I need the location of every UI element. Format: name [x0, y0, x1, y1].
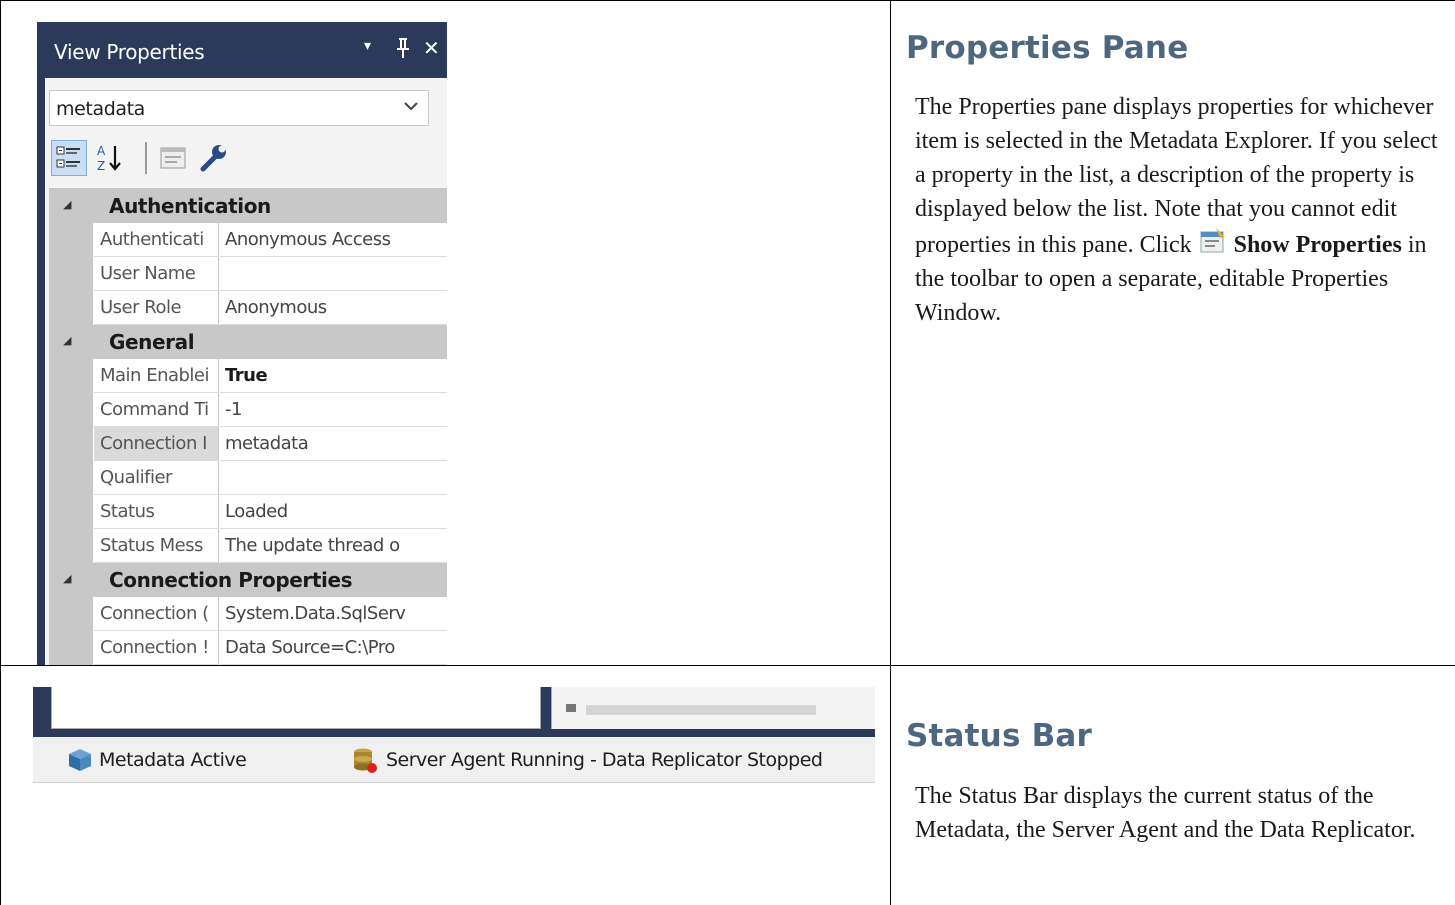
property-value: The update thread o — [225, 535, 400, 556]
horizontal-scrollbar[interactable] — [586, 705, 816, 715]
collapse-triangle-icon[interactable]: ◢ — [63, 198, 71, 211]
property-row[interactable]: Authenticati Anonymous Access — [49, 223, 447, 257]
close-icon[interactable]: ✕ — [423, 36, 440, 60]
property-row[interactable]: Connection ( System.Data.SqlServ — [49, 597, 447, 631]
property-name: Connection ( — [100, 603, 209, 624]
property-row[interactable]: User Role Anonymous — [49, 291, 447, 325]
property-name: Connection I — [100, 433, 207, 454]
property-name: Qualifier — [100, 467, 172, 488]
properties-wrench-button[interactable] — [195, 140, 231, 176]
svg-text:Z: Z — [97, 159, 105, 173]
property-value: metadata — [225, 433, 309, 454]
property-name: Authenticati — [100, 229, 204, 250]
metadata-status: Metadata Active — [65, 747, 265, 773]
property-row[interactable]: Command Ti -1 — [49, 393, 447, 427]
panel-body: metadata A Z ◢ Authentication Authentica… — [45, 78, 447, 665]
status-bar-screenshot: Metadata Active Server Agent Running - D… — [33, 687, 875, 793]
show-properties-icon — [1198, 226, 1228, 256]
category-label: Connection Properties — [109, 568, 353, 592]
category-row-authentication[interactable]: ◢ Authentication — [49, 189, 447, 223]
property-name: Command Ti — [100, 399, 209, 420]
status-bar-heading: Status Bar — [906, 718, 1093, 754]
table-border-left — [0, 0, 1, 905]
view-properties-panel: View Properties ▾ ✕ metadata A Z ◢ Authe… — [37, 22, 447, 665]
property-name: User Name — [100, 263, 196, 284]
agent-status-text: Server Agent Running - Data Replicator S… — [386, 749, 823, 771]
window-pane-left — [51, 687, 541, 729]
chevron-down-icon — [404, 99, 418, 115]
window-pane-right — [551, 687, 875, 729]
property-name: Status Mess — [100, 535, 203, 556]
documentation-table: View Properties ▾ ✕ metadata A Z ◢ Authe… — [0, 0, 1455, 905]
properties-pane-heading: Properties Pane — [906, 30, 1189, 66]
property-name: Main Enablei — [100, 365, 210, 386]
property-row[interactable]: Status Mess The update thread o — [49, 529, 447, 563]
property-value: Loaded — [225, 501, 288, 522]
categorized-view-button[interactable] — [51, 140, 87, 176]
dropdown-arrow-icon[interactable]: ▾ — [364, 38, 371, 54]
scroll-arrow-icon[interactable] — [566, 704, 576, 712]
window-frame — [33, 687, 875, 737]
svg-text:A: A — [97, 144, 106, 158]
table-border-top — [0, 0, 1455, 1]
metadata-cube-icon — [69, 749, 91, 771]
object-selector-dropdown[interactable]: metadata — [49, 90, 429, 126]
table-border-row-separator — [0, 665, 1455, 666]
property-row[interactable]: Status Loaded — [49, 495, 447, 529]
property-name: Status — [100, 501, 155, 522]
panel-titlebar: View Properties ▾ ✕ — [37, 22, 447, 78]
property-value: Anonymous Access — [225, 229, 391, 250]
status-bar: Metadata Active Server Agent Running - D… — [33, 737, 875, 783]
category-row-general[interactable]: ◢ General — [49, 325, 447, 359]
database-status-icon — [354, 748, 377, 773]
alphabetical-sort-icon: A Z — [97, 144, 121, 173]
property-name: User Role — [100, 297, 182, 318]
show-properties-label: Show Properties — [1233, 232, 1402, 258]
properties-toolbar: A Z — [49, 136, 447, 180]
property-row[interactable]: User Name — [49, 257, 447, 291]
toolbar-separator — [145, 142, 147, 174]
properties-pane-description: The Properties pane displays properties … — [915, 90, 1445, 330]
property-row[interactable]: Connection ! Data Source=C:\Pro — [49, 631, 447, 665]
property-row-selected[interactable]: Connection I metadata — [49, 427, 447, 461]
property-row[interactable]: Main Enablei True — [49, 359, 447, 393]
property-value: System.Data.SqlServ — [225, 603, 406, 624]
collapse-triangle-icon[interactable]: ◢ — [63, 572, 71, 585]
table-border-divider — [890, 0, 891, 905]
property-name: Connection ! — [100, 637, 209, 658]
wrench-icon — [200, 145, 226, 172]
collapse-triangle-icon[interactable]: ◢ — [63, 334, 71, 347]
status-bar-description: The Status Bar displays the current stat… — [915, 783, 1416, 843]
metadata-status-text: Metadata Active — [99, 749, 247, 771]
property-pages-icon — [160, 147, 186, 169]
categorized-view-icon — [56, 146, 80, 168]
pin-icon[interactable] — [396, 37, 410, 64]
category-row-connection-properties[interactable]: ◢ Connection Properties — [49, 563, 447, 597]
property-grid: ◢ Authentication Authenticati Anonymous … — [49, 188, 447, 665]
category-label: General — [109, 330, 195, 354]
agent-status: Server Agent Running - Data Replicator S… — [349, 747, 849, 773]
panel-title: View Properties — [54, 40, 205, 64]
property-value: -1 — [225, 399, 242, 420]
property-value: True — [225, 365, 268, 386]
alphabetical-sort-button[interactable]: A Z — [91, 140, 127, 176]
property-value: Anonymous — [225, 297, 327, 318]
category-label: Authentication — [109, 194, 271, 218]
property-pages-button[interactable] — [155, 140, 191, 176]
property-row[interactable]: Qualifier — [49, 461, 447, 495]
selected-object-text: metadata — [56, 98, 145, 120]
property-value: Data Source=C:\Pro — [225, 637, 395, 658]
